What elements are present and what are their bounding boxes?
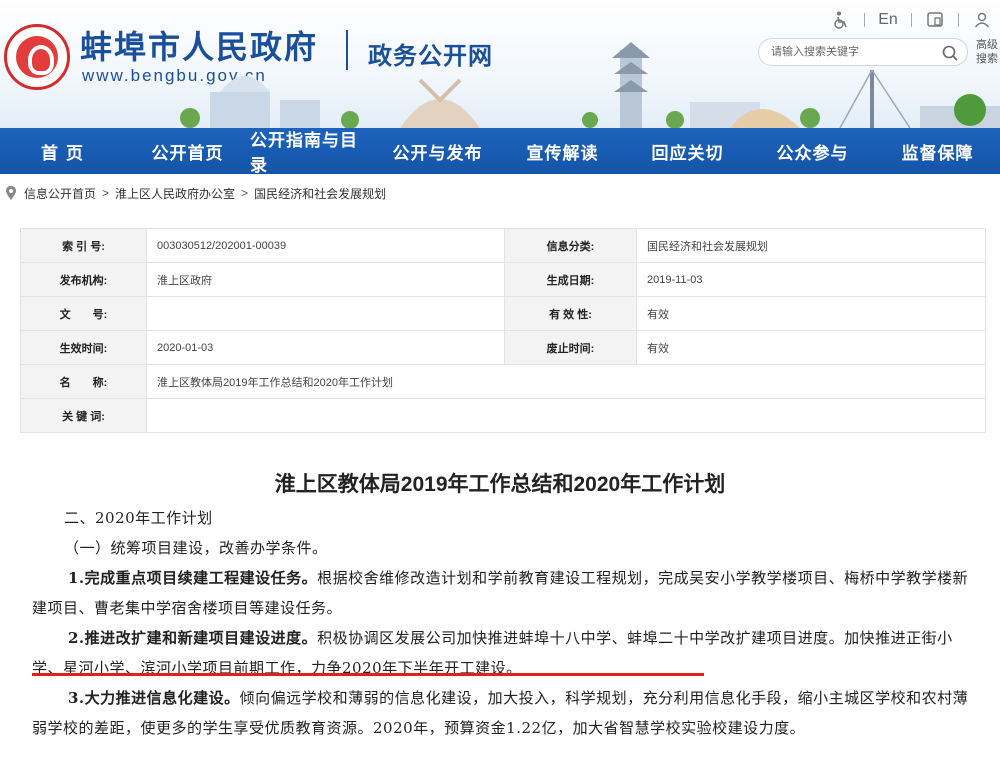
keywords-value	[146, 398, 986, 433]
user-icon[interactable]	[969, 9, 995, 31]
toolbar-divider	[864, 13, 865, 27]
search-box	[758, 38, 968, 66]
effective-date-label: 生效时间:	[20, 330, 147, 365]
paragraph-3-lead: 3.大力推进信息化建设。	[68, 689, 240, 707]
nav-item-interpretation[interactable]: 宣传解读	[500, 128, 625, 174]
document-number-label: 文 号:	[20, 296, 147, 331]
language-switch[interactable]: En	[875, 9, 901, 31]
table-row: 文 号: 有 效 性: 有效	[20, 296, 986, 331]
header-toolbar: En	[828, 8, 1000, 32]
nav-item-participation[interactable]: 公众参与	[750, 128, 875, 174]
nav-item-publish[interactable]: 公开与发布	[375, 128, 500, 174]
nav-item-guide-catalog[interactable]: 公开指南与目录	[250, 128, 375, 176]
table-row: 发布机构: 淮上区政府 生成日期: 2019-11-03	[20, 262, 986, 297]
breadcrumb-link-disclosure-home[interactable]: 信息公开首页	[24, 185, 96, 202]
site-header: 蚌埠市人民政府 www.bengbu.gov.cn 政务公开网 En 请输入搜索…	[0, 0, 1000, 128]
validity-value: 有效	[636, 296, 986, 331]
paragraph-1: 1.完成重点项目续建工程建设任务。根据校舍维修改造计划和学前教育建设工程规划，完…	[32, 563, 982, 623]
red-highlight-underline	[32, 673, 704, 676]
document-name-value: 淮上区教体局2019年工作总结和2020年工作计划	[146, 364, 986, 399]
created-date-value: 2019-11-03	[636, 262, 986, 297]
index-number-label: 索 引 号:	[20, 228, 147, 263]
keywords-label: 关 键 词:	[20, 398, 147, 433]
breadcrumb-link-office[interactable]: 淮上区人民政府办公室	[115, 185, 235, 202]
main-nav: 首 页 公开首页 公开指南与目录 公开与发布 宣传解读 回应关切 公众参与 监督…	[0, 128, 1000, 176]
created-date-label: 生成日期:	[504, 262, 637, 297]
mobile-app-icon[interactable]	[922, 9, 948, 31]
table-row: 关 键 词:	[20, 398, 986, 433]
repeal-date-value: 有效	[636, 330, 986, 365]
breadcrumb: 信息公开首页 > 淮上区人民政府办公室 > 国民经济和社会发展规划	[4, 184, 386, 202]
document-metadata-table: 索 引 号: 003030512/202001-00039 信息分类: 国民经济…	[20, 228, 986, 433]
breadcrumb-separator: >	[241, 186, 249, 200]
repeal-date-label: 废止时间:	[504, 330, 637, 365]
toolbar-divider	[958, 13, 959, 27]
document-name-label: 名 称:	[20, 364, 147, 399]
toolbar-divider	[911, 13, 912, 27]
paragraph-1-lead: 1.完成重点项目续建工程建设任务。	[68, 569, 318, 587]
category-value: 国民经济和社会发展规划	[636, 228, 986, 263]
category-label: 信息分类:	[504, 228, 637, 263]
paragraph-2-lead: 2.推进改扩建和新建项目建设进度。	[68, 629, 318, 647]
search-button[interactable]	[939, 42, 961, 64]
location-pin-icon	[6, 186, 16, 200]
nav-item-home[interactable]: 首 页	[0, 128, 125, 174]
city-emblem-logo[interactable]	[4, 24, 70, 90]
index-number-value: 003030512/202001-00039	[146, 228, 505, 263]
article-title: 淮上区教体局2019年工作总结和2020年工作计划	[274, 473, 726, 496]
nav-item-response[interactable]: 回应关切	[625, 128, 750, 174]
table-row: 生效时间: 2020-01-03 废止时间: 有效	[20, 330, 986, 365]
breadcrumb-link-category[interactable]: 国民经济和社会发展规划	[254, 185, 386, 202]
nav-item-supervision[interactable]: 监督保障	[875, 128, 1000, 174]
section-heading: 二、2020年工作计划	[64, 509, 213, 527]
effective-date-value: 2020-01-03	[146, 330, 505, 365]
nav-item-disclosure-home[interactable]: 公开首页	[125, 128, 250, 174]
search-icon	[942, 45, 958, 61]
wheelchair-icon[interactable]	[828, 9, 854, 31]
breadcrumb-separator: >	[102, 186, 110, 200]
publisher-value: 淮上区政府	[146, 262, 505, 297]
publisher-label: 发布机构:	[20, 262, 147, 297]
paragraph-3: 3.大力推进信息化建设。倾向偏远学校和薄弱的信息化建设，加大投入，科学规划，充分…	[32, 683, 982, 743]
search-input[interactable]	[771, 43, 931, 61]
advanced-search-link[interactable]: 高级搜索	[976, 38, 1000, 66]
validity-label: 有 效 性:	[504, 296, 637, 331]
document-number-value	[146, 296, 505, 331]
table-row: 名 称: 淮上区教体局2019年工作总结和2020年工作计划	[20, 364, 986, 399]
table-row: 索 引 号: 003030512/202001-00039 信息分类: 国民经济…	[20, 228, 986, 263]
subsection-heading: （一）统筹项目建设，改善办学条件。	[64, 539, 328, 557]
